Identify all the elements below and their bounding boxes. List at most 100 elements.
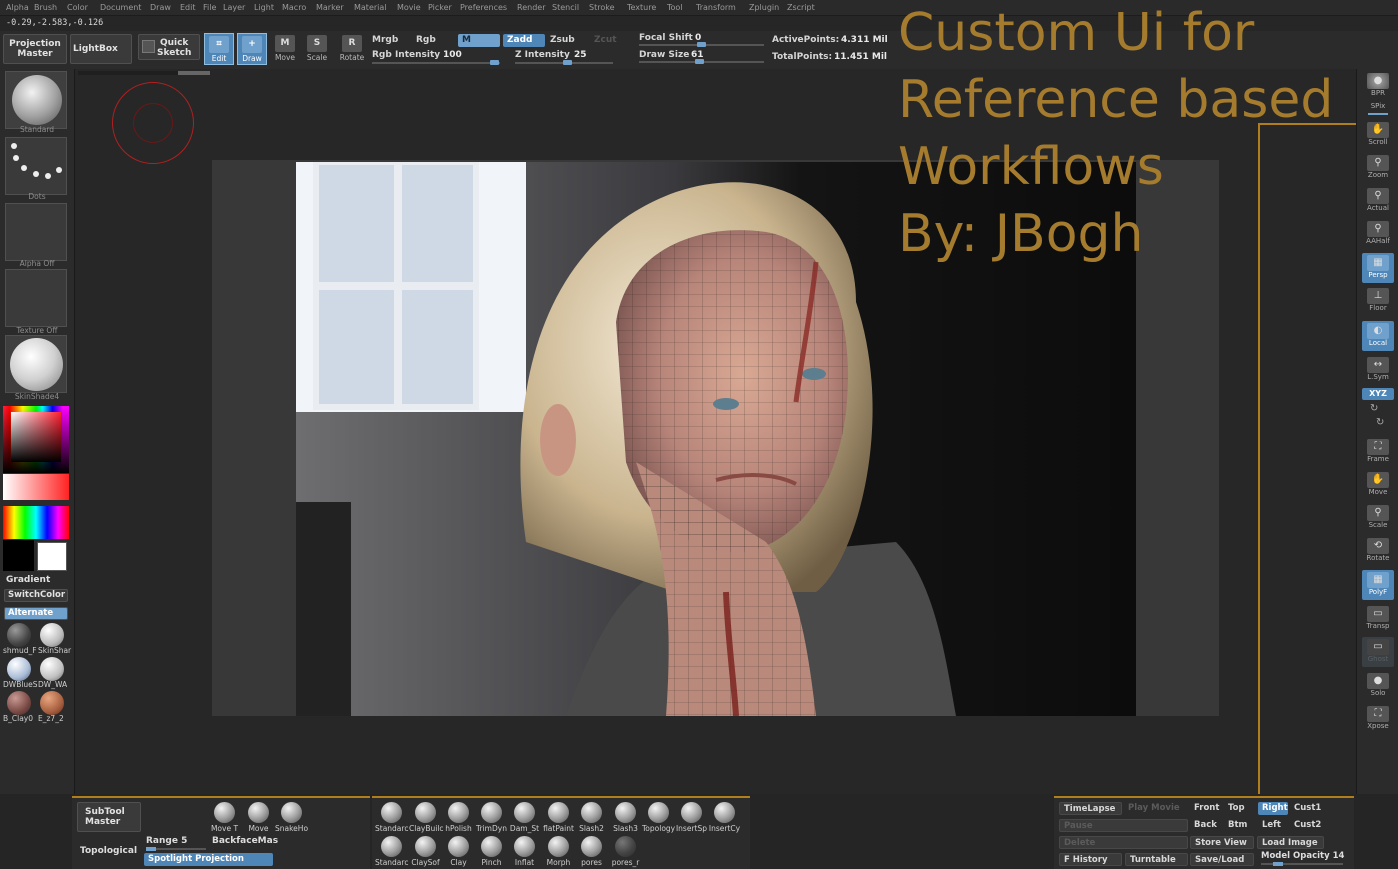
turntable-button[interactable]: Turntable [1125,853,1188,866]
menu-stroke[interactable]: Stroke [589,3,615,12]
brush-thumbnail[interactable] [5,71,67,129]
move-mode-button[interactable]: M Move [270,33,300,65]
brush-slash2[interactable]: Slash2 [575,800,608,834]
spix-slider[interactable] [1368,113,1388,115]
material-bclay-swatch[interactable] [7,691,31,715]
model-opacity-slider[interactable]: Model Opacity 14 [1261,851,1344,866]
menu-texture[interactable]: Texture [627,3,656,12]
view-back-button[interactable]: Back [1190,819,1222,832]
brush-insertsphere[interactable]: InsertSp [675,800,708,834]
brush-insertcylinder[interactable]: InsertCy [708,800,741,834]
gradient-label[interactable]: Gradient [6,575,50,585]
color-picker-inner[interactable] [11,412,61,462]
scroll-button[interactable]: ✋ Scroll [1362,120,1394,150]
focal-shift-handle[interactable] [697,42,706,47]
brush-morph[interactable]: Morph [542,834,575,868]
view-right-button[interactable]: Right [1258,802,1288,815]
range-slider[interactable]: Range 5 [146,836,206,851]
lsym-button[interactable]: ↔ L.Sym [1362,355,1394,385]
menu-document[interactable]: Document [100,3,141,12]
mrgb-button[interactable]: Mrgb [372,35,398,45]
material-shmud-swatch[interactable] [7,623,31,647]
zcut-button[interactable]: Zcut [594,35,617,45]
draw-mode-button[interactable]: + Draw [237,33,267,65]
floor-button[interactable]: ⊥ Floor [1362,286,1394,316]
switch-color-button[interactable]: SwitchColor [4,589,68,602]
delete-button[interactable]: Delete [1059,836,1188,849]
brush-inflat[interactable]: Inflat [508,834,541,868]
menu-draw[interactable]: Draw [150,3,171,12]
brush-clay[interactable]: Clay [442,834,475,868]
z-intensity-slider[interactable] [515,60,613,65]
menu-edit[interactable]: Edit [180,3,196,12]
material-dwblue-swatch[interactable] [7,657,31,681]
load-image-button[interactable]: Load Image [1257,836,1324,849]
transp-button[interactable]: ▭ Transp [1362,604,1394,634]
bpr-button[interactable]: ● BPR [1362,71,1394,101]
rgb-intensity-handle[interactable] [490,60,499,65]
pause-button[interactable]: Pause [1059,819,1188,832]
quick-sketch-button[interactable]: Quick Sketch [138,34,200,60]
view-btm-button[interactable]: Btm [1224,819,1256,832]
brush-claybuildup[interactable]: ClayBuilc [409,800,444,834]
brush-snakehook[interactable]: SnakeHo [275,800,308,834]
menu-transform[interactable]: Transform [696,3,736,12]
brush-topology[interactable]: Topology [642,800,675,834]
menu-light[interactable]: Light [254,3,274,12]
menu-marker[interactable]: Marker [316,3,344,12]
brush-hpolish[interactable]: hPolish [442,800,475,834]
canvas-scrollbar[interactable] [78,71,210,75]
brush-slash3[interactable]: Slash3 [609,800,642,834]
lightbox-button[interactable]: LightBox [70,34,132,64]
material-dwwa-swatch[interactable] [40,657,64,681]
menu-zplugin[interactable]: Zplugin [749,3,779,12]
menu-material[interactable]: Material [354,3,387,12]
brush-claysoft[interactable]: ClaySof [409,834,442,868]
m-button[interactable]: M [458,34,500,47]
aahalf-button[interactable]: ⚲ AAHalf [1362,219,1394,249]
brush-standard-2[interactable]: Standarc [375,834,408,868]
hue-bar[interactable] [3,506,69,539]
stroke-thumbnail[interactable] [5,137,67,195]
z-intensity-handle[interactable] [563,60,572,65]
move-view-button[interactable]: ✋ Move [1362,470,1394,500]
view-cust1-button[interactable]: Cust1 [1290,802,1324,815]
rgb-intensity-slider[interactable] [372,60,500,65]
menu-picker[interactable]: Picker [428,3,452,12]
brush-standard[interactable]: Standarc [375,800,408,834]
projection-master-button[interactable]: Projection Master [3,34,67,64]
focal-shift-slider[interactable] [639,42,764,47]
rotate-view-button[interactable]: ⟲ Rotate [1362,536,1394,566]
persp-button[interactable]: ▦ Persp [1362,253,1394,283]
menu-zscript[interactable]: Zscript [787,3,815,12]
menu-alpha[interactable]: Alpha [6,3,29,12]
xyz-button[interactable]: XYZ [1362,388,1394,400]
texture-thumbnail[interactable] [5,269,67,327]
main-color-swatch[interactable] [3,540,34,571]
local-button[interactable]: ◐ Local [1362,321,1394,351]
alternate-button[interactable]: Alternate [4,607,68,620]
frame-button[interactable]: ⛶ Frame [1362,437,1394,467]
zsub-button[interactable]: Zsub [550,35,575,45]
material-ez7-swatch[interactable] [40,691,64,715]
menu-color[interactable]: Color [67,3,88,12]
color-saturation-bar[interactable] [3,474,69,500]
spix-button[interactable]: SPix [1362,102,1394,116]
view-front-button[interactable]: Front [1190,802,1222,815]
xpose-button[interactable]: ⛶ Xpose [1362,704,1394,734]
brush-damstandard[interactable]: Dam_St [508,800,541,834]
draw-size-handle[interactable] [695,59,704,64]
rotate-mode-button[interactable]: R Rotate [337,33,367,65]
topological-toggle[interactable]: Topological [80,846,137,856]
rotate-y-icon[interactable]: ↻ [1370,403,1378,414]
secondary-color-swatch[interactable] [37,542,67,571]
color-picker-square[interactable] [3,406,69,473]
menu-brush[interactable]: Brush [34,3,57,12]
brush-flatpaint[interactable]: flatPaint [542,800,575,834]
view-cust2-button[interactable]: Cust2 [1290,819,1324,832]
brush-move-t[interactable]: Move T [208,800,241,834]
brush-trimdynamic[interactable]: TrimDyn [475,800,508,834]
brush-pinch[interactable]: Pinch [475,834,508,868]
menu-stencil[interactable]: Stencil [552,3,579,12]
menu-layer[interactable]: Layer [223,3,245,12]
